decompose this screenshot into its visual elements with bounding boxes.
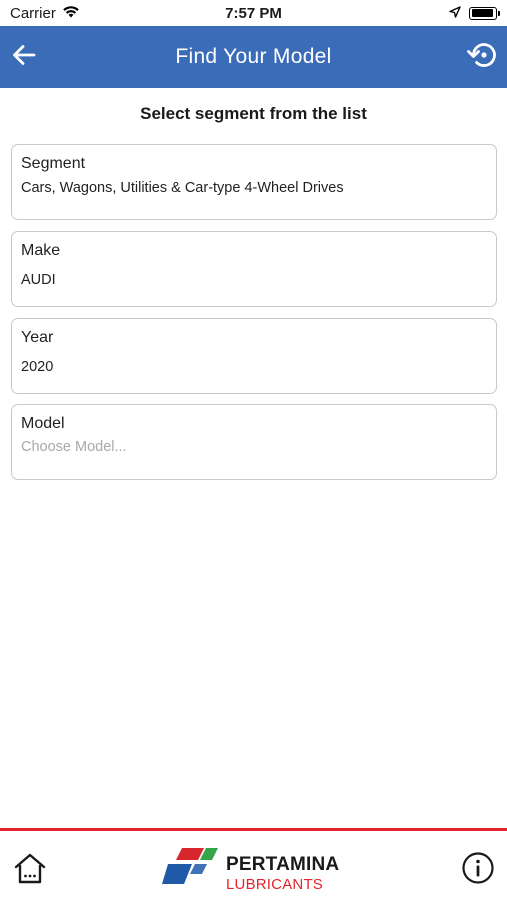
- history-reset-icon: [467, 41, 497, 74]
- make-value: AUDI: [21, 272, 56, 288]
- status-left: Carrier: [10, 5, 80, 22]
- info-button[interactable]: [461, 851, 495, 885]
- make-field[interactable]: Make AUDI: [11, 231, 497, 307]
- year-field[interactable]: Year 2020: [11, 318, 497, 394]
- make-label: Make: [21, 242, 61, 259]
- battery-icon: [469, 6, 500, 20]
- model-field[interactable]: Model Choose Model...: [11, 404, 497, 480]
- pertamina-logo: PERTAMINA LUBRICANTS: [162, 838, 352, 896]
- battery-level: [471, 9, 494, 17]
- year-value: 2020: [21, 359, 54, 375]
- back-button[interactable]: [6, 38, 42, 76]
- segment-label: Segment: [21, 155, 86, 172]
- model-placeholder: Choose Model...: [21, 439, 127, 455]
- year-label: Year: [21, 329, 54, 346]
- segment-value: Cars, Wagons, Utilities & Car-type 4-Whe…: [21, 180, 344, 196]
- wifi-icon: [62, 5, 80, 22]
- status-bar: Carrier 7:57 PM: [0, 0, 507, 26]
- brand-name: PERTAMINA: [226, 854, 340, 875]
- brand-subtitle: LUBRICANTS: [226, 876, 324, 893]
- carrier-label: Carrier: [10, 4, 56, 22]
- reset-button[interactable]: [463, 38, 501, 76]
- page-title: Find Your Model: [175, 45, 332, 68]
- segment-field[interactable]: Segment Cars, Wagons, Utilities & Car-ty…: [11, 144, 497, 220]
- nav-bar: Find Your Model: [0, 26, 507, 88]
- info-icon: [461, 852, 495, 889]
- home-icon: [12, 853, 48, 891]
- model-label: Model: [21, 415, 65, 432]
- pertamina-emblem-icon: [162, 848, 218, 884]
- location-arrow-icon: [449, 5, 461, 22]
- home-button[interactable]: [12, 851, 48, 887]
- status-right: [449, 5, 500, 22]
- instruction-text: Select segment from the list: [140, 104, 367, 123]
- footer-bar: PERTAMINA LUBRICANTS: [0, 828, 507, 900]
- arrow-left-icon: [12, 44, 36, 71]
